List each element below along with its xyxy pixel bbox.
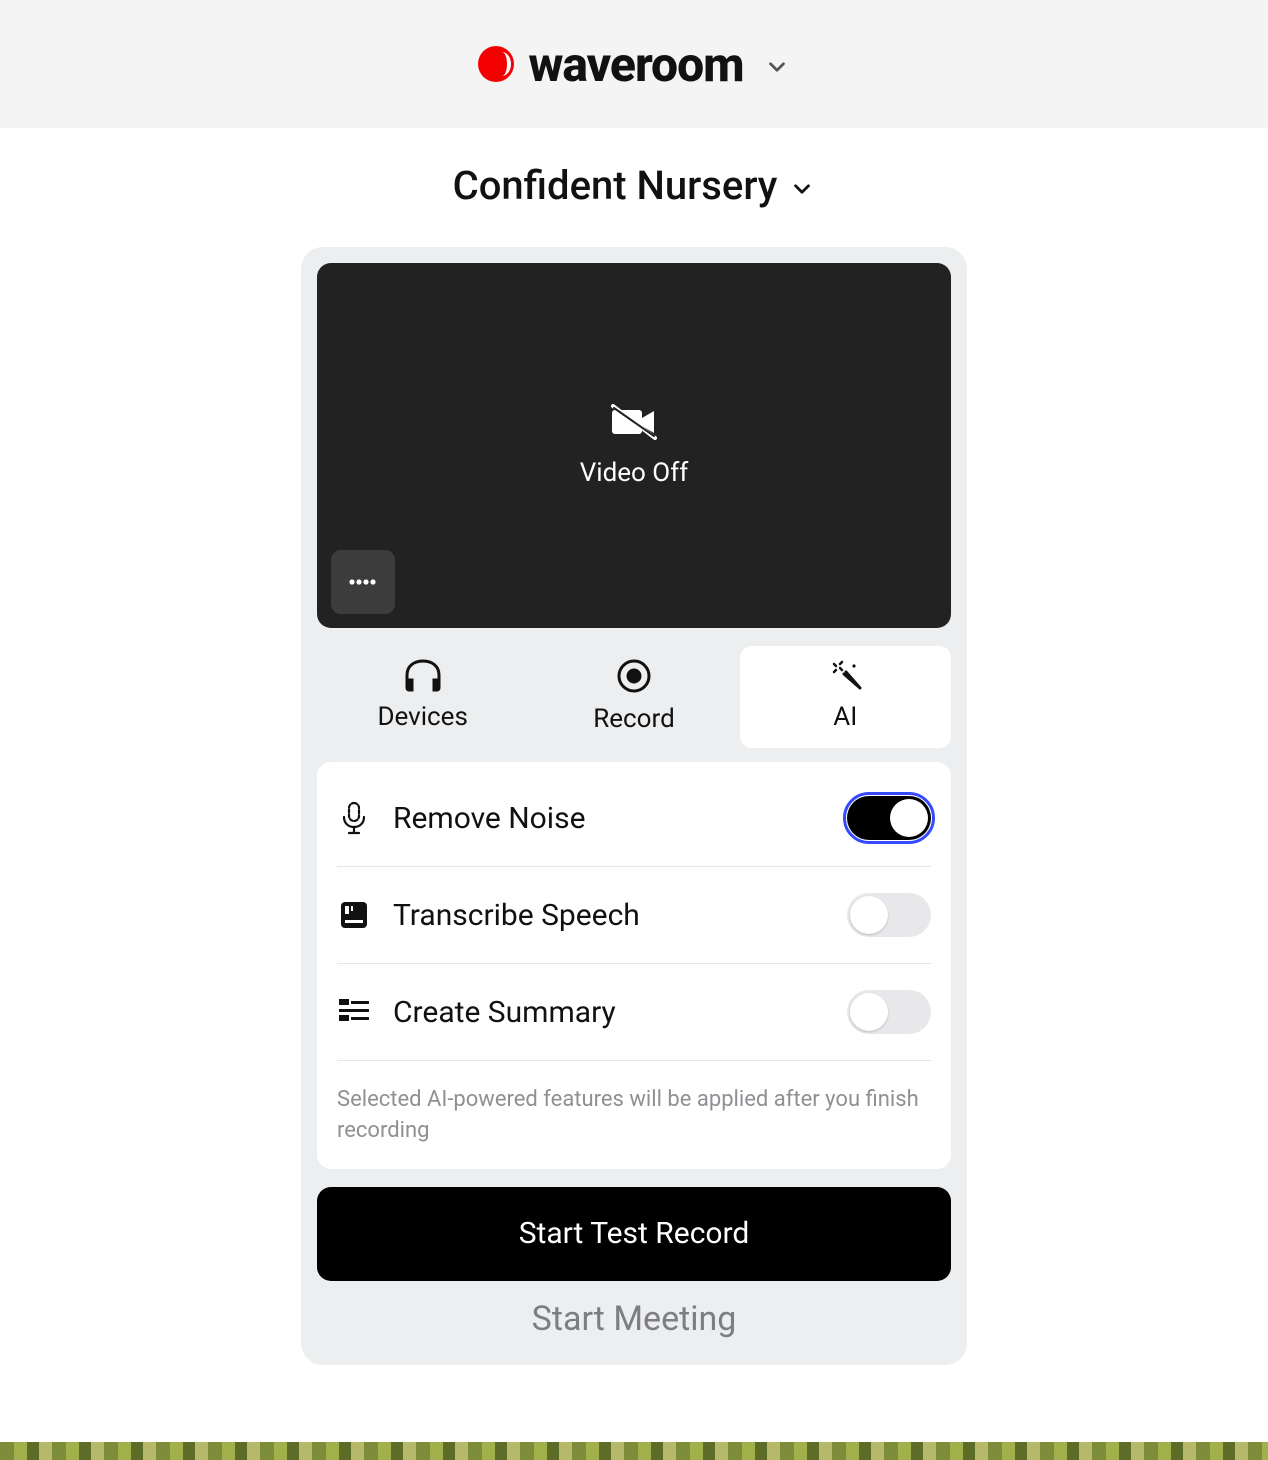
- meeting-setup-card: Video Off Devices Record: [301, 247, 967, 1365]
- toggle-transcribe[interactable]: [847, 893, 931, 937]
- video-off-icon: [611, 404, 657, 440]
- setup-tabs: Devices Record AI: [317, 646, 951, 748]
- record-icon: [616, 658, 652, 694]
- microphone-icon: [337, 801, 371, 835]
- toggle-remove-noise[interactable]: [847, 796, 931, 840]
- row-transcribe: Transcribe Speech: [337, 867, 931, 964]
- tab-record[interactable]: Record: [528, 646, 739, 748]
- video-preview: Video Off: [317, 263, 951, 628]
- brand-dropdown-caret[interactable]: [764, 48, 790, 80]
- summary-icon: [337, 999, 371, 1025]
- video-status-label: Video Off: [580, 458, 689, 488]
- start-test-record-button[interactable]: Start Test Record: [317, 1187, 951, 1281]
- row-label: Remove Noise: [393, 801, 825, 836]
- brand-name: waveroom: [528, 36, 743, 93]
- tab-devices[interactable]: Devices: [317, 646, 528, 748]
- logo-icon: [478, 46, 514, 82]
- tab-label: Record: [593, 704, 674, 734]
- row-remove-noise: Remove Noise: [337, 770, 931, 867]
- app-logo[interactable]: waveroom: [478, 36, 743, 93]
- room-selector[interactable]: Confident Nursery: [453, 162, 816, 209]
- row-summary: Create Summary: [337, 964, 931, 1061]
- room-dropdown-caret: [789, 170, 815, 202]
- toggle-summary[interactable]: [847, 990, 931, 1034]
- headphones-icon: [402, 658, 444, 692]
- chevron-down-icon: [789, 176, 815, 202]
- page-body: Confident Nursery Video Off: [0, 128, 1268, 1365]
- row-label: Create Summary: [393, 995, 825, 1030]
- row-label: Transcribe Speech: [393, 898, 825, 933]
- tab-label: AI: [833, 702, 857, 732]
- ai-panel: Remove Noise Transcribe Speech Create Su…: [317, 762, 951, 1169]
- start-meeting-button[interactable]: Start Meeting: [317, 1299, 951, 1343]
- sparkle-icon: [826, 658, 864, 692]
- more-dots-icon: [348, 578, 378, 586]
- app-header: waveroom: [0, 0, 1268, 128]
- room-name: Confident Nursery: [453, 162, 778, 209]
- preview-more-button[interactable]: [331, 550, 395, 614]
- tab-ai[interactable]: AI: [740, 646, 951, 748]
- chevron-down-icon: [764, 54, 790, 80]
- ai-note: Selected AI-powered features will be app…: [337, 1061, 931, 1147]
- transcript-icon: [337, 900, 371, 930]
- tab-label: Devices: [377, 702, 467, 732]
- background-texture: [0, 1442, 1268, 1460]
